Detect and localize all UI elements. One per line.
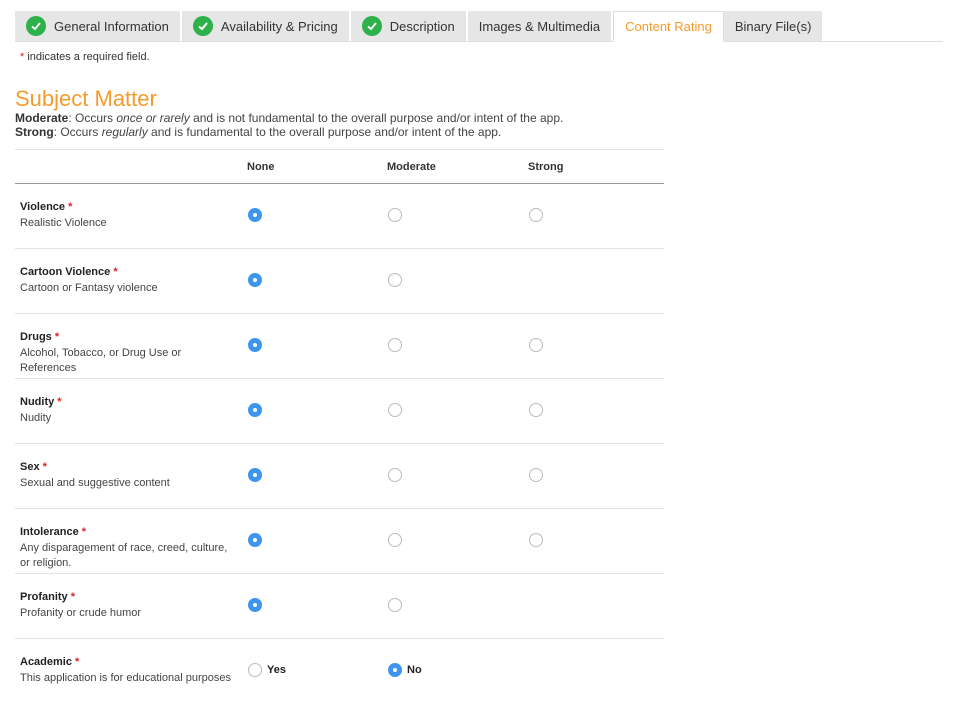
tab-general-information[interactable]: General Information [15,11,182,41]
rating-row: Intolerance * Any disparagement of race, … [15,509,664,574]
category-name: Cartoon Violence * [20,266,118,278]
academic-no-option[interactable]: No [388,663,422,677]
legend-strong: Strong: Occurs regularly and is fundamen… [15,125,502,139]
radio-moderate[interactable] [388,338,402,352]
tab-availability-pricing[interactable]: Availability & Pricing [181,11,351,41]
category-description: Cartoon or Fantasy violence [20,282,158,294]
tab-label: Content Rating [625,19,712,34]
column-header-strong: Strong [528,161,564,173]
tab-label: General Information [54,18,169,34]
radio-moderate[interactable] [388,403,402,417]
radio-none[interactable] [248,273,262,287]
radio-strong[interactable] [529,468,543,482]
rating-row: Profanity * Profanity or crude humor [15,574,664,639]
section-title: Subject Matter [15,86,157,111]
radio-none[interactable] [248,598,262,612]
category-name: Profanity * [20,591,76,603]
grid-header: None Moderate Strong [15,149,664,184]
tab-binary-files[interactable]: Binary File(s) [723,11,825,41]
radio-strong[interactable] [529,208,543,222]
checkmark-icon [361,16,382,36]
tab-description[interactable]: Description [350,11,468,41]
rating-row: Cartoon Violence * Cartoon or Fantasy vio… [15,249,664,314]
tab-images-multimedia[interactable]: Images & Multimedia [467,11,614,41]
legend-moderate: Moderate: Occurs once or rarely and is n… [15,111,564,125]
column-header-moderate: Moderate [387,161,436,173]
rating-grid: None Moderate Strong Violence * Realistic… [15,149,664,703]
radio-moderate[interactable] [388,468,402,482]
category-description: Any disparagement of race, creed, cultur… [20,542,228,569]
rating-row: Drugs * Alcohol, Tobacco, or Drug Use or … [15,314,664,379]
rating-row: Violence * Realistic Violence [15,184,664,249]
academic-row: Academic * This application is for educa… [15,639,664,703]
radio-no[interactable] [388,663,402,677]
category-name: Violence * [20,201,73,213]
tab-label: Description [389,18,455,34]
category-name: Drugs * [20,331,60,343]
radio-none[interactable] [248,208,262,222]
radio-moderate[interactable] [388,533,402,547]
rating-row: Sex * Sexual and suggestive content [15,444,664,509]
tab-label: Binary File(s) [734,18,812,34]
radio-none[interactable] [248,338,262,352]
category-description: Nudity [20,412,52,424]
radio-none[interactable] [248,403,262,417]
category-name: Academic * [20,656,80,668]
category-description: Alcohol, Tobacco, or Drug Use or Referen… [20,347,182,374]
category-name: Nudity * [20,396,62,408]
radio-none[interactable] [248,468,262,482]
tab-content-rating[interactable]: Content Rating [613,11,724,42]
radio-moderate[interactable] [388,208,402,222]
category-name: Intolerance * [20,526,87,538]
rating-row: Nudity * Nudity [15,379,664,444]
category-description: Profanity or crude humor [20,607,142,619]
checkmark-icon [192,16,213,36]
radio-strong[interactable] [529,533,543,547]
category-description: Sexual and suggestive content [20,477,170,489]
academic-yes-option[interactable]: Yes [248,663,286,677]
radio-moderate[interactable] [388,598,402,612]
required-field-note: * indicates a required field. [20,51,150,63]
radio-strong[interactable] [529,338,543,352]
tab-label: Images & Multimedia [478,18,601,34]
radio-strong[interactable] [529,403,543,417]
tab-bar: General Information Availability & Prici… [15,11,943,42]
category-description: This application is for educational purp… [20,672,231,684]
rating-legend: Moderate: Occurs once or rarely and is n… [15,111,563,139]
tab-label: Availability & Pricing [220,18,338,34]
column-header-none: None [247,161,275,173]
category-description: Realistic Violence [20,217,107,229]
radio-moderate[interactable] [388,273,402,287]
radio-none[interactable] [248,533,262,547]
category-name: Sex * [20,461,47,473]
radio-yes[interactable] [248,663,262,677]
checkmark-icon [26,16,46,36]
